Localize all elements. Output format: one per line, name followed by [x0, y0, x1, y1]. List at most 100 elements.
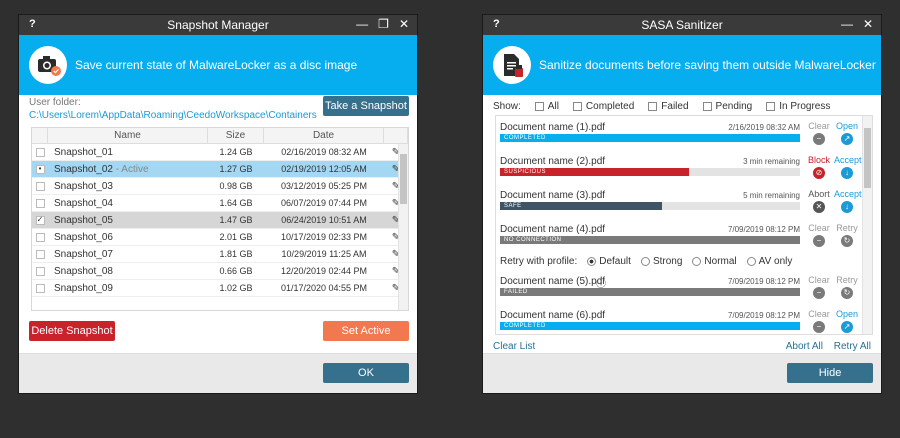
action-label[interactable]: Retry: [834, 223, 860, 233]
action-label[interactable]: Clear: [806, 121, 832, 131]
profile-strong[interactable]: Strong: [640, 256, 682, 267]
retry-icon[interactable]: ↻: [841, 235, 853, 247]
retry-all-link[interactable]: Retry All: [834, 341, 871, 352]
action-label[interactable]: Retry: [834, 275, 860, 285]
table-row[interactable]: Snapshot_08 0.66 GB 12/20/2019 02:44 PM ✎: [32, 263, 408, 280]
column-date[interactable]: Date: [264, 128, 384, 143]
close-icon[interactable]: ✕: [399, 17, 409, 31]
row-checkbox[interactable]: [35, 147, 45, 157]
close-icon[interactable]: ✕: [863, 17, 873, 31]
row-checkbox[interactable]: [35, 232, 45, 242]
scrollbar[interactable]: [862, 116, 872, 334]
action-label[interactable]: Abort: [806, 189, 832, 199]
table-row[interactable]: Snapshot_06 2.01 GB 10/17/2019 02:33 PM ✎: [32, 229, 408, 246]
checkbox[interactable]: [572, 102, 582, 111]
minimize-icon[interactable]: —: [356, 17, 368, 31]
status-label: FAILED: [504, 289, 528, 295]
row-checkbox[interactable]: [35, 283, 45, 293]
action-label[interactable]: Block: [806, 155, 832, 165]
action-label[interactable]: Clear: [806, 275, 832, 285]
table-row[interactable]: Snapshot_04 1.64 GB 06/07/2019 07:44 PM ✎: [32, 195, 408, 212]
column-name[interactable]: Name: [48, 128, 208, 143]
filter-pending[interactable]: Pending: [702, 101, 752, 112]
clear-icon[interactable]: −: [813, 321, 825, 333]
filter-in-progress[interactable]: In Progress: [766, 101, 830, 112]
accept-action[interactable]: Accept ↓: [834, 189, 862, 213]
row-checkbox[interactable]: [35, 181, 45, 191]
accept-action[interactable]: Accept ↓: [834, 155, 862, 179]
ok-button[interactable]: OK: [323, 363, 409, 383]
radio[interactable]: [692, 256, 702, 266]
radio[interactable]: [640, 256, 650, 266]
row-checkbox[interactable]: [35, 198, 45, 208]
scrollbar-thumb[interactable]: [864, 128, 871, 188]
clear-list-link[interactable]: Clear List: [493, 341, 535, 352]
delete-snapshot-button[interactable]: Delete Snapshot: [29, 321, 115, 341]
filter-all[interactable]: All: [534, 101, 559, 112]
hide-button[interactable]: Hide: [787, 363, 873, 383]
retry-icon[interactable]: ↻: [841, 287, 853, 299]
profile-normal[interactable]: Normal: [692, 256, 737, 267]
row-checkbox[interactable]: •: [35, 164, 45, 174]
table-row[interactable]: ✓ Snapshot_05 1.47 GB 06/24/2019 10:51 AM ✎: [32, 212, 408, 229]
action-label[interactable]: Clear: [806, 309, 832, 319]
table-row[interactable]: Snapshot_03 0.98 GB 03/12/2019 05:25 PM ✎: [32, 178, 408, 195]
action-label[interactable]: Accept: [834, 155, 862, 165]
row-checkbox[interactable]: [35, 249, 45, 259]
checkbox[interactable]: [534, 102, 544, 111]
status-label: COMPLETED: [504, 323, 546, 329]
column-size[interactable]: Size: [208, 128, 264, 143]
abort-all-link[interactable]: Abort All: [786, 341, 823, 352]
open-action[interactable]: Open ↗: [834, 121, 860, 145]
snapshot-name: Snapshot_04: [54, 197, 113, 209]
clear-icon[interactable]: −: [813, 287, 825, 299]
open-icon[interactable]: ↗: [841, 321, 853, 333]
checkbox[interactable]: [702, 102, 712, 111]
scrollbar-thumb[interactable]: [400, 154, 407, 204]
profile-default[interactable]: Default: [587, 256, 631, 267]
table-row[interactable]: • Snapshot_02 - Active 1.27 GB 02/19/2019 1…: [32, 161, 408, 178]
checkbox[interactable]: [648, 102, 658, 111]
action-label[interactable]: Open: [834, 309, 860, 319]
table-row[interactable]: Snapshot_07 1.81 GB 10/29/2019 11:25 AM ✎: [32, 246, 408, 263]
snapshot-size: 1.24 GB: [219, 147, 253, 157]
block-action[interactable]: Block ⊘: [806, 155, 832, 179]
open-icon[interactable]: ↗: [841, 133, 853, 145]
profile-av-only[interactable]: AV only: [746, 256, 792, 267]
checkbox[interactable]: [766, 102, 776, 111]
take-snapshot-button[interactable]: Take a Snapshot: [323, 96, 409, 116]
retry-action[interactable]: Retry ↻: [834, 223, 860, 247]
document-name: Document name (2).pdf: [500, 156, 606, 167]
set-active-button[interactable]: Set Active: [323, 321, 409, 341]
clear-action[interactable]: Clear −: [806, 275, 832, 299]
abort-action[interactable]: Abort ✕: [806, 189, 832, 213]
radio[interactable]: [746, 256, 756, 266]
filter-failed[interactable]: Failed: [648, 101, 689, 112]
row-checkbox[interactable]: [35, 266, 45, 276]
progress-fill: [500, 288, 800, 296]
abort-icon[interactable]: ✕: [813, 201, 825, 213]
accept-icon[interactable]: ↓: [841, 167, 853, 179]
progress-bar: NO CONNECTION: [500, 236, 800, 244]
user-folder-link[interactable]: C:\Users\Lorem\AppData\Roaming\CeedoWork…: [29, 110, 317, 121]
row-checkbox[interactable]: ✓: [35, 215, 45, 225]
table-row[interactable]: Snapshot_01 1.24 GB 02/16/2019 08:32 AM ✎: [32, 144, 408, 161]
filter-completed[interactable]: Completed: [572, 101, 634, 112]
scrollbar[interactable]: [398, 144, 408, 310]
clear-action[interactable]: Clear −: [806, 309, 832, 333]
clear-action[interactable]: Clear −: [806, 223, 832, 247]
clear-icon[interactable]: −: [813, 235, 825, 247]
radio-selected[interactable]: [587, 256, 597, 266]
action-label[interactable]: Open: [834, 121, 860, 131]
retry-action[interactable]: Retry ↻: [834, 275, 860, 299]
block-icon[interactable]: ⊘: [813, 167, 825, 179]
action-label[interactable]: Clear: [806, 223, 832, 233]
clear-action[interactable]: Clear −: [806, 121, 832, 145]
table-row[interactable]: Snapshot_09 1.02 GB 01/17/2020 04:55 PM ✎: [32, 280, 408, 297]
minimize-icon[interactable]: —: [841, 17, 853, 31]
open-action[interactable]: Open ↗: [834, 309, 860, 333]
accept-icon[interactable]: ↓: [841, 201, 853, 213]
restore-icon[interactable]: ❐: [378, 17, 389, 31]
action-label[interactable]: Accept: [834, 189, 862, 199]
clear-icon[interactable]: −: [813, 133, 825, 145]
